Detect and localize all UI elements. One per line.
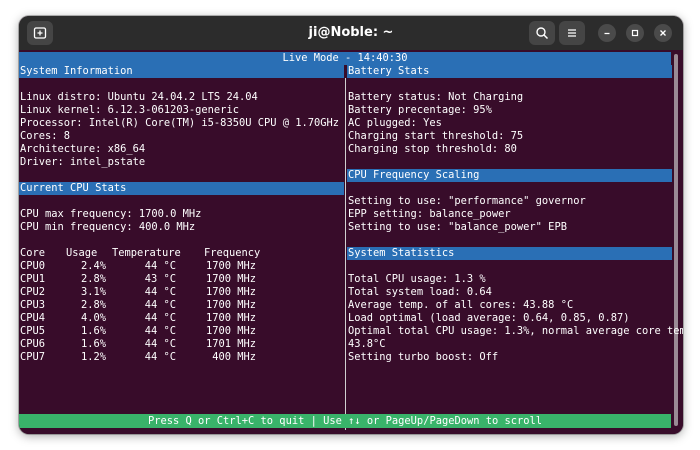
minimize-button[interactable]: [598, 24, 616, 42]
statistics-line: Load optimal (load average: 0.64, 0.85, …: [348, 312, 630, 324]
column-header-temperature: Temperature: [112, 247, 181, 259]
close-button[interactable]: [654, 24, 672, 42]
core-usage: 1.6%: [80, 325, 106, 337]
core-temperature: 44 °C: [144, 338, 176, 350]
section-header-cpu-stats: Current CPU Stats: [19, 182, 344, 195]
core-name: CPU7: [20, 351, 46, 363]
core-temperature: 44 °C: [144, 299, 176, 311]
core-usage: 3.1%: [80, 286, 106, 298]
cpu-stats-line: CPU max frequency: 1700.0 MHz: [20, 208, 202, 220]
section-header-system-statistics: System Statistics: [347, 247, 672, 260]
core-frequency: 1700 MHz: [205, 260, 256, 272]
core-name: CPU1: [20, 273, 46, 285]
battery-line: Charging start threshold: 75: [348, 130, 524, 142]
core-temperature: 44 °C: [144, 286, 176, 298]
close-icon: [660, 30, 666, 36]
battery-line: Battery status: Not Charging: [348, 91, 524, 103]
core-name: CPU0: [20, 260, 46, 272]
minimize-icon: [604, 32, 610, 35]
battery-line: AC plugged: Yes: [348, 117, 442, 129]
title-bar: ji@Noble: ~: [19, 16, 683, 50]
core-name: CPU2: [20, 286, 46, 298]
core-temperature: 43 °C: [144, 273, 176, 285]
column-header-core: Core: [20, 247, 46, 259]
statistics-line: Total system load: 0.64: [348, 286, 492, 298]
core-usage: 2.4%: [80, 260, 106, 272]
system-info-line: Cores: 8: [20, 130, 71, 142]
statistics-line: Optimal total CPU usage: 1.3%, normal av…: [348, 325, 683, 337]
column-header-usage: Usage: [66, 247, 98, 259]
core-frequency: 1700 MHz: [205, 312, 256, 324]
hamburger-menu-icon: [568, 29, 576, 37]
core-temperature: 44 °C: [144, 351, 176, 363]
statistics-line: Total CPU usage: 1.3 %: [348, 273, 486, 285]
menu-button[interactable]: [559, 21, 585, 45]
statistics-line: Average temp. of all cores: 43.88 °C: [348, 299, 574, 311]
system-info-line: Processor: Intel(R) Core(TM) i5-8350U CP…: [20, 117, 340, 129]
scaling-line: Setting to use: "balance_power" EPB: [348, 221, 567, 233]
core-usage: 1.2%: [80, 351, 106, 363]
core-temperature: 44 °C: [144, 260, 176, 272]
maximize-button[interactable]: [626, 24, 644, 42]
core-name: CPU5: [20, 325, 46, 337]
section-header-battery: Battery Stats: [347, 65, 672, 78]
live-mode-header: Live Mode - 14:40:30: [19, 52, 671, 65]
section-header-system-info: System Information: [19, 65, 344, 78]
core-frequency: 1700 MHz: [205, 299, 256, 311]
core-frequency: 1700 MHz: [205, 286, 256, 298]
core-usage: 2.8%: [80, 299, 106, 311]
core-usage: 2.8%: [80, 273, 106, 285]
core-temperature: 44 °C: [144, 312, 176, 324]
core-name: CPU4: [20, 312, 46, 324]
core-usage: 1.6%: [80, 338, 106, 350]
scaling-line: Setting to use: "performance" governor: [348, 195, 586, 207]
system-info-line: Architecture: x86_64: [20, 143, 146, 155]
system-info-line: Linux distro: Ubuntu 24.04.2 LTS 24.04: [20, 91, 258, 103]
column-header-frequency: Frequency: [204, 247, 261, 259]
battery-line: Charging stop threshold: 80: [348, 143, 517, 155]
terminal-content[interactable]: Live Mode - 14:40:30 System Information …: [19, 50, 683, 434]
statistics-line: 43.8°C: [348, 338, 386, 350]
core-frequency: 1701 MHz: [205, 338, 256, 350]
core-frequency: 1700 MHz: [205, 325, 256, 337]
scrollbar-thumb[interactable]: [674, 54, 678, 426]
statistics-line: Setting turbo boost: Off: [348, 351, 499, 363]
system-info-line: Linux kernel: 6.12.3-061203-generic: [20, 104, 239, 116]
core-name: CPU6: [20, 338, 46, 350]
section-header-frequency-scaling: CPU Frequency Scaling: [347, 169, 672, 182]
scaling-line: EPP setting: balance_power: [348, 208, 511, 220]
terminal-window: ji@Noble: ~ Live Mode - 14:40:30 System …: [19, 16, 683, 434]
core-name: CPU3: [20, 299, 46, 311]
search-icon: [536, 27, 549, 40]
system-info-line: Driver: intel_pstate: [20, 156, 146, 168]
search-button[interactable]: [529, 21, 555, 45]
core-temperature: 44 °C: [144, 325, 176, 337]
core-frequency: 400 MHz: [212, 351, 256, 363]
core-frequency: 1700 MHz: [205, 273, 256, 285]
column-divider: [345, 78, 346, 430]
footer-help-bar: Press Q or Ctrl+C to quit | Use ↑↓ or Pa…: [19, 414, 671, 428]
cpu-stats-line: CPU min frequency: 400.0 MHz: [20, 221, 196, 233]
battery-line: Battery precentage: 95%: [348, 104, 492, 116]
maximize-icon: [631, 29, 639, 37]
core-usage: 4.0%: [80, 312, 106, 324]
